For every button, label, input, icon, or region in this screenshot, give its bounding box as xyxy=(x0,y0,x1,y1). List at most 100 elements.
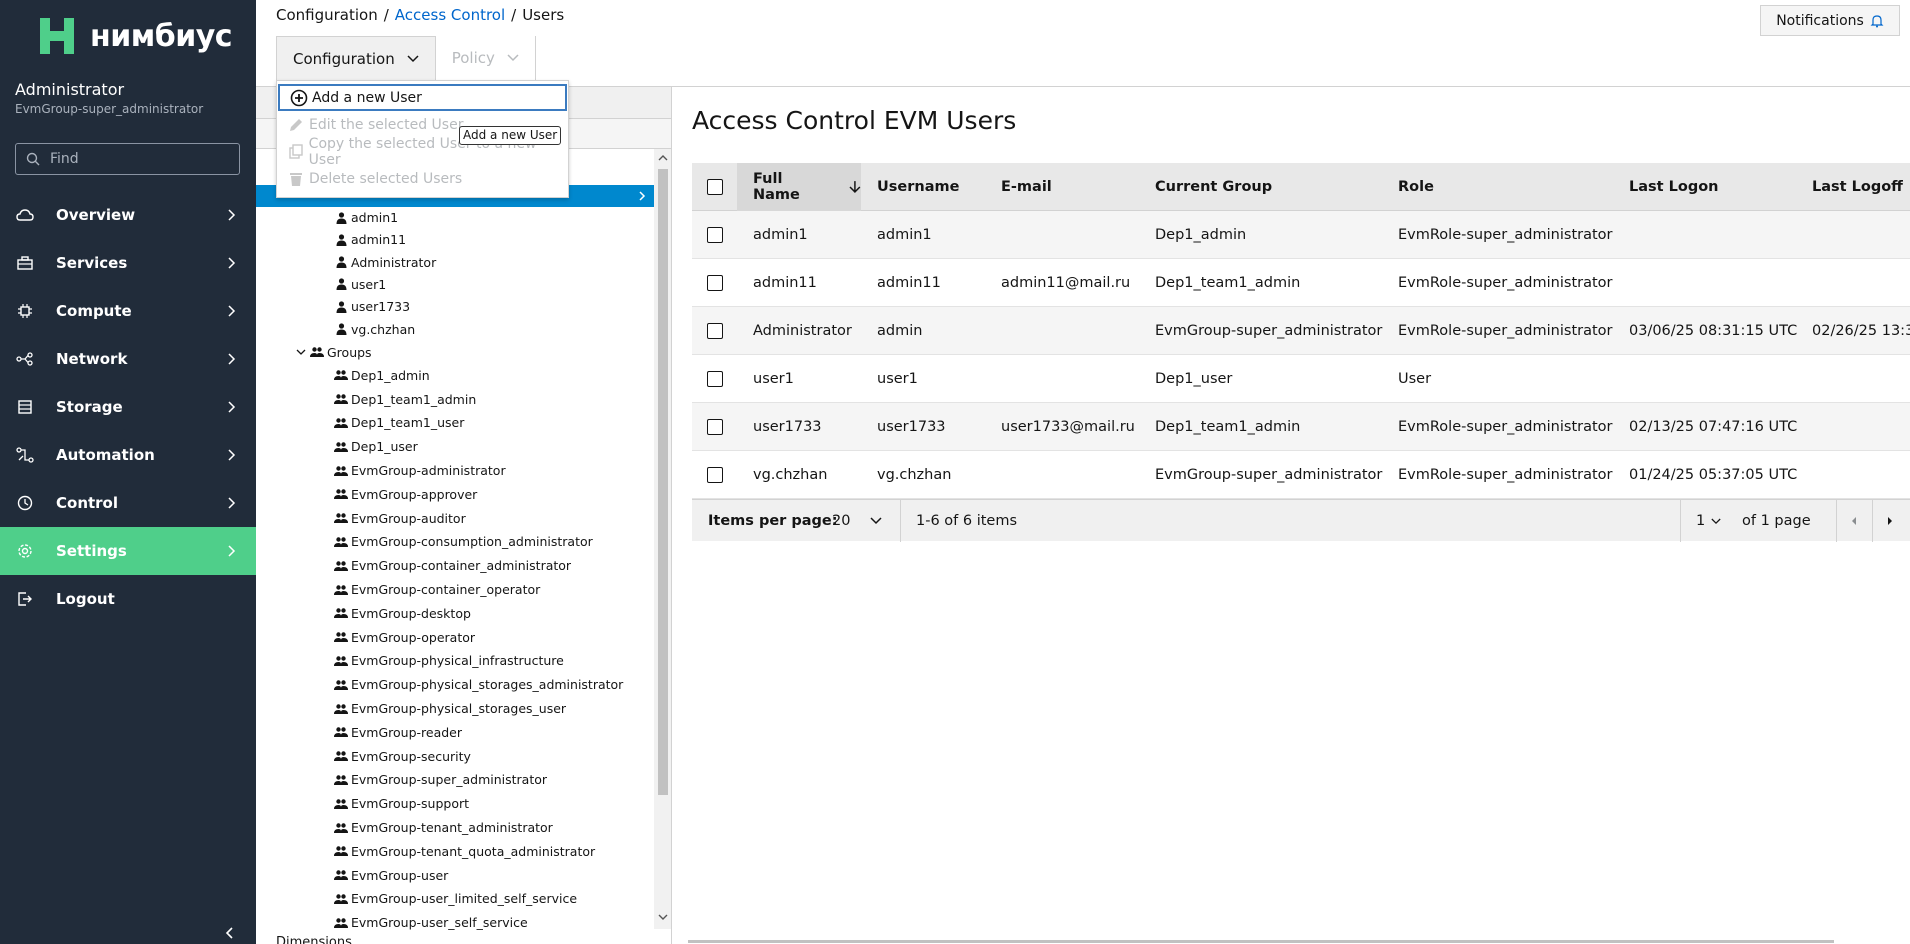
tree-node-group[interactable]: EvmGroup-physical_storages_user xyxy=(334,701,566,716)
breadcrumb-access-control[interactable]: Access Control xyxy=(395,6,505,24)
tree-node-group[interactable]: EvmGroup-tenant_quota_administrator xyxy=(334,844,595,859)
user-name[interactable]: Administrator xyxy=(15,80,124,99)
group-icon xyxy=(334,606,348,620)
nav-network[interactable]: Network xyxy=(0,335,256,383)
scroll-down-icon[interactable] xyxy=(658,913,668,921)
chevron-right-icon xyxy=(639,191,646,201)
tree-node-group[interactable]: EvmGroup-operator xyxy=(334,630,475,645)
table-row[interactable]: user1 user1 Dep1_user User xyxy=(692,355,1910,403)
table-row[interactable]: admin11 admin11 admin11@mail.ru Dep1_team1_… xyxy=(692,259,1910,307)
column-current-group[interactable]: Current Group xyxy=(1155,163,1272,211)
search-box[interactable] xyxy=(15,143,240,175)
row-checkbox[interactable] xyxy=(706,275,723,291)
horizontal-scrollbar[interactable] xyxy=(688,940,1834,943)
next-page-button[interactable] xyxy=(1872,500,1908,542)
tree-node-group[interactable]: EvmGroup-physical_storages_administrator xyxy=(334,677,623,692)
scroll-thumb[interactable] xyxy=(658,169,668,795)
configuration-menu-button[interactable]: Configuration xyxy=(276,36,436,80)
tree-node-group[interactable]: EvmGroup-user_self_service xyxy=(334,915,528,930)
cpu-icon xyxy=(16,302,34,320)
cell-role: EvmRole-super_administrator xyxy=(1398,275,1613,291)
tree-node-group[interactable]: EvmGroup-container_operator xyxy=(334,582,540,597)
nav-logout[interactable]: Logout xyxy=(0,575,256,623)
policy-menu-button[interactable]: Policy xyxy=(436,36,535,80)
tree-node-label: EvmGroup-user_limited_self_service xyxy=(351,891,578,907)
tree-node-group[interactable]: Dep1_team1_admin xyxy=(334,392,476,407)
logo-mark-icon xyxy=(40,18,74,54)
group-icon xyxy=(334,892,348,906)
add-user-menu-item[interactable]: Add a new User xyxy=(278,84,567,111)
notifications-button[interactable]: Notifications xyxy=(1760,5,1900,36)
table-row[interactable]: vg.chzhan vg.chzhan EvmGroup-super_adminis… xyxy=(692,451,1910,499)
nav-automation[interactable]: Automation xyxy=(0,431,256,479)
column-role[interactable]: Role xyxy=(1398,163,1434,211)
row-checkbox[interactable] xyxy=(706,227,723,243)
tree-node-group[interactable]: EvmGroup-tenant_administrator xyxy=(334,820,553,835)
page-select[interactable]: 1 xyxy=(1696,500,1736,542)
tree-node-group[interactable]: EvmGroup-support xyxy=(334,796,469,811)
tree-node-group[interactable]: EvmGroup-desktop xyxy=(334,606,471,621)
tree-node-user[interactable]: user1 xyxy=(334,277,386,292)
tree-node-dimensions[interactable]: Dimensions xyxy=(276,935,352,944)
tree-node-group[interactable]: EvmGroup-approver xyxy=(334,487,477,502)
users-table: Full Name Username E-mail Current Group … xyxy=(692,163,1910,499)
tree-node-group[interactable]: Dep1_team1_user xyxy=(334,415,464,430)
nav-services[interactable]: Services xyxy=(0,239,256,287)
delete-users-menu-item[interactable]: Delete selected Users xyxy=(277,165,568,192)
per-page-select[interactable]: 20 xyxy=(832,500,892,542)
table-header: Full Name Username E-mail Current Group … xyxy=(692,163,1910,211)
nav-storage[interactable]: Storage xyxy=(0,383,256,431)
tree-node-group[interactable]: Dep1_admin xyxy=(334,368,430,383)
tree-node-group[interactable]: EvmGroup-super_administrator xyxy=(334,772,547,787)
tree-node-group[interactable]: EvmGroup-physical_infrastructure xyxy=(334,653,564,668)
row-checkbox[interactable] xyxy=(706,467,723,483)
row-checkbox[interactable] xyxy=(706,419,723,435)
column-full-name[interactable]: Full Name xyxy=(737,163,861,211)
column-last-logoff[interactable]: Last Logoff xyxy=(1812,163,1903,211)
chevron-right-icon xyxy=(228,305,236,317)
page-count: of 1 page xyxy=(1742,513,1811,529)
column-email[interactable]: E-mail xyxy=(1001,163,1052,211)
brand-logo[interactable]: нимбиус xyxy=(34,14,233,58)
prev-page-button[interactable] xyxy=(1836,500,1872,542)
tree-node-group[interactable]: EvmGroup-user xyxy=(334,868,448,883)
column-username[interactable]: Username xyxy=(877,163,959,211)
nav-settings[interactable]: Settings xyxy=(0,527,256,575)
tree-node-group[interactable]: Dep1_user xyxy=(334,439,418,454)
tree-node-user[interactable]: vg.chzhan xyxy=(334,322,415,337)
select-all-checkbox[interactable] xyxy=(706,179,723,195)
table-row[interactable]: user1733 user1733 user1733@mail.ru Dep1_tea… xyxy=(692,403,1910,451)
cell-last-logon: 03/06/25 08:31:15 UTC xyxy=(1629,323,1798,339)
scroll-up-icon[interactable] xyxy=(658,154,668,162)
nav-control[interactable]: Control xyxy=(0,479,256,527)
tree-node-group[interactable]: EvmGroup-consumption_administrator xyxy=(334,534,593,549)
row-checkbox[interactable] xyxy=(706,323,723,339)
table-row[interactable]: admin1 admin1 Dep1_admin EvmRole-super_admi… xyxy=(692,211,1910,259)
tree-node-group[interactable]: EvmGroup-security xyxy=(334,749,471,764)
tree-panel: Users admin1admin11Administratoruser1use… xyxy=(256,87,672,944)
nav-overview[interactable]: Overview xyxy=(0,191,256,239)
tree-node-label: EvmGroup-physical_storages_user xyxy=(351,701,567,716)
tree-node-group[interactable]: EvmGroup-auditor xyxy=(334,511,466,526)
tree-node-group[interactable]: EvmGroup-reader xyxy=(334,725,462,740)
tree-node-user[interactable]: Administrator xyxy=(334,255,436,270)
tree-node-groups[interactable]: Groups xyxy=(296,345,372,360)
tree-node-group[interactable]: EvmGroup-administrator xyxy=(334,463,506,478)
nav-compute[interactable]: Compute xyxy=(0,287,256,335)
column-label: Current Group xyxy=(1155,179,1273,195)
tree-node-user[interactable]: admin1 xyxy=(334,210,398,225)
column-last-logon[interactable]: Last Logon xyxy=(1629,163,1719,211)
cell-full-name: Administrator xyxy=(753,323,852,339)
row-checkbox[interactable] xyxy=(706,371,723,387)
group-icon xyxy=(334,844,348,858)
table-row[interactable]: Administrator admin EvmGroup-super_adminis… xyxy=(692,307,1910,355)
search-input[interactable] xyxy=(50,151,230,167)
tree-node-user[interactable]: user1733 xyxy=(334,299,410,314)
tree-node-user[interactable]: admin11 xyxy=(334,232,406,247)
cell-email: admin11@mail.ru xyxy=(1001,275,1131,291)
tree-scrollbar[interactable] xyxy=(654,149,671,929)
cell-current-group: Dep1_team1_admin xyxy=(1155,419,1301,435)
collapse-sidebar-icon[interactable] xyxy=(224,926,236,940)
tree-node-group[interactable]: EvmGroup-user_limited_self_service xyxy=(334,891,577,906)
tree-node-group[interactable]: EvmGroup-container_administrator xyxy=(334,558,571,573)
